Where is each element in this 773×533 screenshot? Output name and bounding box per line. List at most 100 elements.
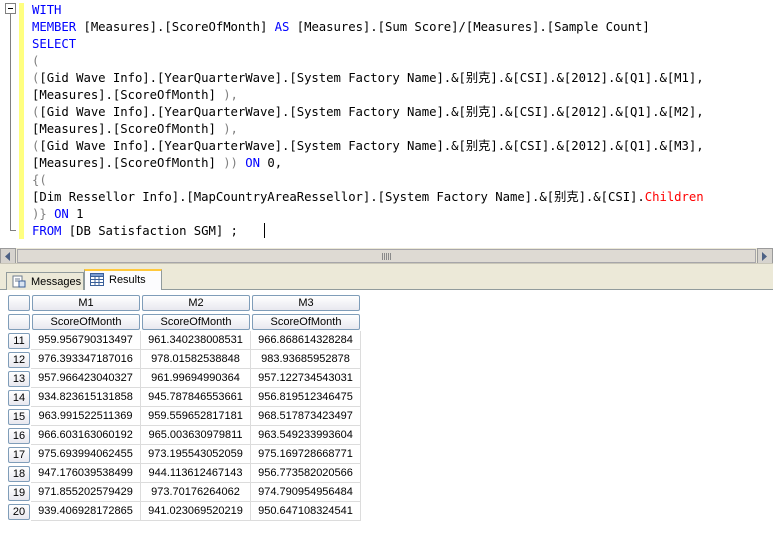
data-cell[interactable]: 975.693994062455 (31, 445, 141, 464)
data-cell[interactable]: 973.70176264062 (141, 483, 251, 502)
results-grid: M1 M2 M3 ScoreOfMonth ScoreOfMonth ScoreOfMon… (7, 293, 361, 521)
outline-line-end (10, 230, 16, 231)
table-row: 20 939.406928172865 941.023069520219 950.64… (7, 502, 361, 521)
data-cell[interactable]: 939.406928172865 (31, 502, 141, 521)
result-tabs: Messages Results (0, 268, 773, 290)
data-cell[interactable]: 963.549233993604 (251, 426, 361, 445)
row-header[interactable]: 17 (8, 446, 30, 463)
data-cell[interactable]: 974.790954956484 (251, 483, 361, 502)
code-token: MEMBER (32, 20, 77, 34)
row-header[interactable]: 18 (8, 465, 30, 482)
code-token: 1 (68, 207, 84, 221)
code-line: MEMBER [Measures].[ScoreOfMonth] AS [Mea… (32, 19, 650, 36)
row-header[interactable]: 14 (8, 389, 30, 406)
collapse-region-icon[interactable] (5, 3, 16, 14)
data-cell[interactable]: 950.647108324541 (251, 502, 361, 521)
data-cell[interactable]: 956.819512346475 (251, 388, 361, 407)
table-row: 17 975.693994062455 973.195543052059 975.16… (7, 445, 361, 464)
messages-icon (12, 275, 26, 288)
column-header[interactable]: M3 (252, 294, 360, 311)
code-line: ( (32, 53, 39, 70)
code-token: SELECT (32, 37, 77, 51)
tab-results[interactable]: Results (84, 269, 162, 290)
row-header[interactable]: 11 (8, 332, 30, 349)
table-row: 12 976.393347187016 978.01582538848 983.936… (7, 350, 361, 369)
changed-lines-marker (19, 3, 24, 239)
table-row: 14 934.823615131858 945.787846553661 956.81… (7, 388, 361, 407)
data-cell[interactable]: 944.113612467143 (141, 464, 251, 483)
code-line: [Measures].[ScoreOfMonth] ), (32, 121, 238, 138)
data-cell[interactable]: 945.787846553661 (141, 388, 251, 407)
scroll-left-button[interactable] (0, 248, 16, 264)
code-token: WITH (32, 3, 62, 17)
data-cell[interactable]: 983.93685952878 (251, 350, 361, 369)
data-cell[interactable]: 956.773582020566 (251, 464, 361, 483)
code-line: [Measures].[ScoreOfMonth] ), (32, 87, 238, 104)
code-line: [Measures].[ScoreOfMonth] )) ON 0, (32, 155, 282, 172)
data-cell[interactable]: 966.868614328284 (251, 331, 361, 350)
data-cell[interactable]: 968.517873423497 (251, 407, 361, 426)
code-token: {( (32, 173, 47, 187)
grid-corner[interactable] (8, 294, 30, 311)
data-cell[interactable]: 957.966423040327 (31, 369, 141, 388)
data-cell[interactable]: 965.003630979811 (141, 426, 251, 445)
text-caret (264, 223, 265, 238)
tab-messages[interactable]: Messages (6, 272, 84, 290)
code-line: )} ON 1 (32, 206, 84, 223)
code-token: FROM (32, 224, 62, 238)
code-token: [Measures].[ScoreOfMonth] (32, 122, 224, 136)
table-row: 15 963.991522511369 959.559652817181 968.51… (7, 407, 361, 426)
column-header[interactable]: M1 (32, 294, 140, 311)
editor-horizontal-scrollbar[interactable] (0, 247, 773, 264)
data-cell[interactable]: 975.169728668771 (251, 445, 361, 464)
data-cell[interactable]: 957.122734543031 (251, 369, 361, 388)
row-header[interactable]: 20 (8, 503, 30, 520)
data-cell[interactable]: 973.195543052059 (141, 445, 251, 464)
row-header[interactable]: 15 (8, 408, 30, 425)
table-row: 18 947.176039538499 944.113612467143 956.77… (7, 464, 361, 483)
row-header[interactable]: 19 (8, 484, 30, 501)
code-token: [Gid Wave Info].[YearQuarterWave].[Syste… (39, 139, 704, 153)
row-header[interactable]: 16 (8, 427, 30, 444)
data-cell[interactable]: 959.956790313497 (31, 331, 141, 350)
row-header[interactable]: 12 (8, 351, 30, 368)
column-subheader[interactable]: ScoreOfMonth (32, 313, 140, 330)
data-cell[interactable]: 934.823615131858 (31, 388, 141, 407)
code-token: ), (223, 122, 238, 136)
code-token: ON (54, 207, 69, 221)
row-header[interactable]: 13 (8, 370, 30, 387)
data-cell[interactable]: 961.340238008531 (141, 331, 251, 350)
code-token: [Measures].[Sum Score]/[Measures].[Sampl… (289, 20, 650, 34)
code-line: [Dim Ressellor Info].[MapCountryAreaRess… (32, 189, 704, 206)
data-cell[interactable]: 963.991522511369 (31, 407, 141, 426)
code-token: ON (245, 156, 260, 170)
code-token: [Gid Wave Info].[YearQuarterWave].[Syste… (39, 71, 704, 85)
data-cell[interactable]: 976.393347187016 (31, 350, 141, 369)
code-token: [Measures].[ScoreOfMonth] (76, 20, 275, 34)
data-cell[interactable]: 966.603163060192 (31, 426, 141, 445)
scroll-right-button[interactable] (757, 248, 773, 264)
column-subheader[interactable]: ScoreOfMonth (142, 313, 250, 330)
data-cell[interactable]: 941.023069520219 (141, 502, 251, 521)
code-token: [DB Satisfaction SGM] ; (61, 224, 246, 238)
grid-corner[interactable] (8, 313, 30, 330)
scrollbar-thumb[interactable] (17, 249, 756, 263)
scrollbar-grip-icon (382, 253, 391, 260)
data-cell[interactable]: 978.01582538848 (141, 350, 251, 369)
column-header[interactable]: M2 (142, 294, 250, 311)
table-row: 11 959.956790313497 961.340238008531 966.86… (7, 331, 361, 350)
code-token: ), (223, 88, 238, 102)
code-line: ([Gid Wave Info].[YearQuarterWave].[Syst… (32, 138, 704, 155)
column-subheader[interactable]: ScoreOfMonth (252, 313, 360, 330)
data-cell[interactable]: 947.176039538499 (31, 464, 141, 483)
code-token: [Measures].[ScoreOfMonth] (32, 156, 224, 170)
query-editor[interactable]: WITH MEMBER [Measures].[ScoreOfMonth] AS … (0, 0, 773, 247)
code-line: {( (32, 172, 47, 189)
data-cell[interactable]: 959.559652817181 (141, 407, 251, 426)
code-token: ( (32, 54, 40, 68)
code-line: FROM [DB Satisfaction SGM] ; (32, 223, 245, 240)
data-cell[interactable]: 961.99694990364 (141, 369, 251, 388)
tab-messages-label: Messages (31, 276, 82, 288)
data-cell[interactable]: 971.855202579429 (31, 483, 141, 502)
